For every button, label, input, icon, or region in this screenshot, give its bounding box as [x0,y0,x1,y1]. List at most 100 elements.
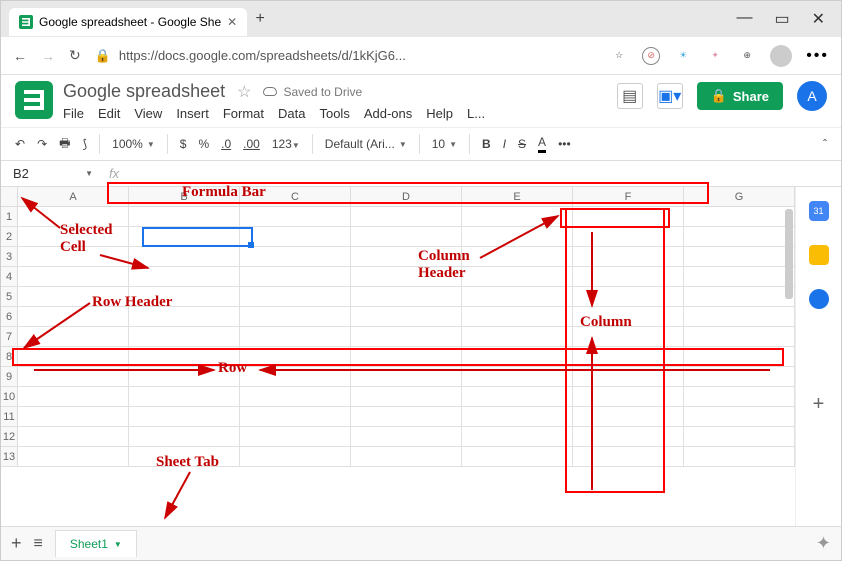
row-header[interactable]: 5 [1,287,18,306]
cell[interactable] [462,347,573,366]
cell[interactable] [240,427,351,446]
cell[interactable] [351,427,462,446]
menu-view[interactable]: View [134,106,162,121]
star-icon[interactable]: ☆ [237,82,251,102]
col-header[interactable]: B [129,187,240,206]
italic-icon[interactable]: I [503,137,506,151]
explore-icon[interactable]: ✦ [816,533,831,554]
cell[interactable] [573,247,684,266]
font-select[interactable]: Default (Ari...▼ [325,137,407,151]
cell[interactable] [129,207,240,226]
row-header[interactable]: 7 [1,327,18,346]
tab-close-icon[interactable]: ✕ [227,15,237,29]
present-icon[interactable]: ▣▾ [657,83,683,109]
menu-format[interactable]: Format [223,106,264,121]
cell[interactable] [18,347,129,366]
cell[interactable] [573,267,684,286]
cell[interactable] [129,247,240,266]
col-header[interactable]: G [684,187,795,206]
cell[interactable] [351,407,462,426]
refresh-icon[interactable]: ↻ [69,47,81,64]
cell[interactable] [18,207,129,226]
col-header[interactable]: D [351,187,462,206]
add-sheet-icon[interactable]: + [11,533,22,554]
cell[interactable] [684,407,795,426]
cell[interactable] [462,247,573,266]
cell[interactable] [18,327,129,346]
bold-icon[interactable]: B [482,137,491,151]
cell[interactable] [351,307,462,326]
currency-icon[interactable]: $ [180,137,187,151]
menu-file[interactable]: File [63,106,84,121]
cell[interactable] [18,307,129,326]
cell[interactable] [462,447,573,466]
cell[interactable] [129,327,240,346]
cell[interactable] [684,307,795,326]
cell[interactable] [462,227,573,246]
cell[interactable] [462,387,573,406]
row-header[interactable]: 13 [1,447,18,466]
cell[interactable] [573,307,684,326]
cell[interactable] [462,287,573,306]
row-header[interactable]: 12 [1,427,18,446]
cell[interactable] [573,227,684,246]
cell[interactable] [573,327,684,346]
cell[interactable] [684,387,795,406]
cell[interactable] [462,207,573,226]
cell[interactable] [573,407,684,426]
cell[interactable] [684,247,795,266]
cell[interactable] [684,367,795,386]
cell[interactable] [240,267,351,286]
cell[interactable] [18,387,129,406]
cell[interactable] [573,427,684,446]
row-header[interactable]: 1 [1,207,18,226]
percent-icon[interactable]: % [198,137,209,151]
cell[interactable] [240,447,351,466]
browser-tab[interactable]: Google spreadsheet - Google She ✕ [9,8,247,36]
print-icon[interactable]: 🖶 [59,134,70,155]
cell[interactable] [18,367,129,386]
menu-insert[interactable]: Insert [176,106,209,121]
cell[interactable] [240,367,351,386]
cell[interactable] [129,407,240,426]
cell[interactable] [18,447,129,466]
cell[interactable] [462,267,573,286]
row-header[interactable]: 4 [1,267,18,286]
cell[interactable] [129,307,240,326]
ext-icon-1[interactable]: ⊘ [642,47,660,65]
cell[interactable] [351,227,462,246]
row-header[interactable]: 10 [1,387,18,406]
sheet-tab[interactable]: Sheet1▼ [55,530,137,557]
forward-icon[interactable]: → [41,48,55,64]
back-icon[interactable]: ← [13,48,27,64]
cell[interactable] [684,347,795,366]
cell[interactable] [351,247,462,266]
spreadsheet-grid[interactable]: A B C D E F G 12345678910111213 [1,187,795,526]
cell[interactable] [351,207,462,226]
cell[interactable] [129,227,240,246]
profile-avatar-icon[interactable] [770,45,792,67]
comments-icon[interactable]: ▤ [617,83,643,109]
cell[interactable] [240,227,351,246]
cell[interactable] [573,347,684,366]
menu-edit[interactable]: Edit [98,106,120,121]
row-header[interactable]: 3 [1,247,18,266]
document-title[interactable]: Google spreadsheet [63,81,225,102]
formula-input[interactable] [129,161,841,186]
menu-data[interactable]: Data [278,106,305,121]
cell[interactable] [684,327,795,346]
cell[interactable] [351,347,462,366]
cell[interactable] [129,387,240,406]
ext-icon-3[interactable]: ✦ [706,47,724,65]
cell[interactable] [684,227,795,246]
window-minimize-icon[interactable]: — [736,9,752,29]
cell[interactable] [573,207,684,226]
cell[interactable] [351,447,462,466]
cell[interactable] [684,207,795,226]
select-all-corner[interactable] [1,187,18,206]
decimal-increase-icon[interactable]: .00 [243,137,260,151]
cell[interactable] [684,447,795,466]
cell[interactable] [573,287,684,306]
cell[interactable] [18,247,129,266]
cell[interactable] [573,447,684,466]
